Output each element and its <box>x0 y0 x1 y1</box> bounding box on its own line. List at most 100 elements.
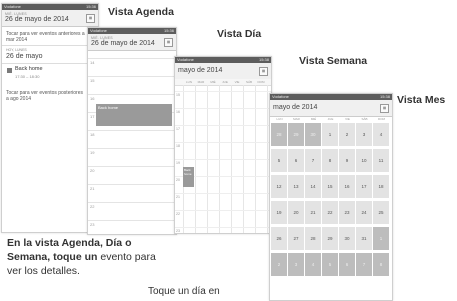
month-day-cell[interactable]: 14 <box>305 175 322 199</box>
month-day-cell[interactable]: 18 <box>373 175 390 199</box>
today-calendar-icon[interactable]: ▦ <box>86 14 95 23</box>
month-date-title[interactable]: mayo de 2014 <box>273 104 317 111</box>
month-day-cell[interactable]: 8 <box>322 149 339 173</box>
today-calendar-icon[interactable]: ▦ <box>259 67 268 76</box>
week-hour-line <box>175 193 271 194</box>
day-header: MIÉ. LUNES 26 de mayo de 2014 ▦ <box>88 34 176 51</box>
divider <box>2 45 98 46</box>
day-event-block[interactable]: Back home <box>96 104 172 126</box>
month-day-cell[interactable]: 1 <box>322 123 339 147</box>
week-hour-label: 16 <box>176 110 180 114</box>
today-calendar-icon[interactable]: ▦ <box>380 104 389 113</box>
month-day-cell[interactable]: 4 <box>305 253 322 277</box>
month-day-cell[interactable]: 12 <box>271 175 288 199</box>
agenda-event-time: 17:30 – 18:30 <box>15 74 40 79</box>
month-day-cell[interactable]: 28 <box>305 227 322 251</box>
week-day-header: LUN MAR MIÉ JUE VIE SÁB DOM <box>175 79 271 86</box>
month-day-cell[interactable]: 20 <box>288 201 305 225</box>
week-day-label: VIE <box>234 80 240 84</box>
agenda-date-title[interactable]: 26 de mayo de 2014 <box>5 16 69 23</box>
week-hour-line <box>175 108 271 109</box>
label-vista-mes: Vista Mes <box>397 94 446 106</box>
divider <box>2 63 98 64</box>
month-day-cell[interactable]: 25 <box>373 201 390 225</box>
week-event-block[interactable]: Back home <box>183 167 194 187</box>
week-hour-label: 21 <box>176 195 180 199</box>
day-hour-label: 17 <box>90 114 95 119</box>
month-day-cell[interactable]: 5 <box>271 149 288 173</box>
month-day-cell[interactable]: 10 <box>356 149 373 173</box>
day-hour-label: 20 <box>90 168 95 173</box>
month-day-cell[interactable]: 9 <box>339 149 356 173</box>
day-hour-label: 23 <box>90 222 95 227</box>
month-day-cell[interactable]: 27 <box>288 227 305 251</box>
month-day-cell[interactable]: 30 <box>305 123 322 147</box>
week-day-label: JUE <box>222 80 228 84</box>
month-day-cell[interactable]: 17 <box>356 175 373 199</box>
month-day-cell[interactable]: 21 <box>305 201 322 225</box>
week-hour-label: 18 <box>176 144 180 148</box>
day-hour-label: 18 <box>90 132 95 137</box>
day-hour-label: 19 <box>90 150 95 155</box>
day-date-title[interactable]: 26 de mayo de 2014 <box>91 40 155 47</box>
footer-text: Toque un día en <box>148 286 220 297</box>
week-day-label: SÁB <box>245 80 252 84</box>
month-day-cell[interactable]: 23 <box>339 201 356 225</box>
agenda-event-title[interactable]: Back home <box>15 66 43 72</box>
month-day-cell[interactable]: 2 <box>339 123 356 147</box>
month-day-cell[interactable]: 15 <box>322 175 339 199</box>
month-view-screenshot: Vodafone 15:38 mayo de 2014 ▦ LUN MAR MIÉ J… <box>269 93 393 301</box>
day-hour-line <box>88 130 176 131</box>
month-day-cell[interactable]: 8 <box>373 253 390 277</box>
week-day-label: DOM <box>257 80 265 84</box>
month-day-label: MIÉ <box>310 117 317 121</box>
day-hour-line <box>88 94 176 95</box>
load-later-events[interactable]: Tocar para ver eventos posteriores a ago… <box>6 90 86 102</box>
week-hour-label: 22 <box>176 212 180 216</box>
month-day-cell[interactable]: 31 <box>356 227 373 251</box>
month-day-cell[interactable]: 4 <box>373 123 390 147</box>
agenda-section-date: 26 de mayo <box>6 53 43 60</box>
day-hour-label: 15 <box>90 78 95 83</box>
label-vista-agenda: Vista Agenda <box>108 6 174 18</box>
month-day-cell[interactable]: 29 <box>322 227 339 251</box>
month-day-cell[interactable]: 13 <box>288 175 305 199</box>
week-hour-line <box>175 159 271 160</box>
month-day-cell[interactable]: 5 <box>322 253 339 277</box>
load-earlier-events[interactable]: Tocar para ver eventos anteriores a mar … <box>6 31 86 43</box>
day-hour-line <box>88 58 176 59</box>
today-calendar-icon[interactable]: ▦ <box>164 38 173 47</box>
month-day-cell[interactable]: 3 <box>288 253 305 277</box>
month-day-label: DOM <box>378 117 385 121</box>
month-day-cell[interactable]: 19 <box>271 201 288 225</box>
day-hour-label: 22 <box>90 204 95 209</box>
month-day-label: LUN <box>276 117 283 121</box>
day-hour-label: 16 <box>90 96 95 101</box>
month-day-cell[interactable]: 26 <box>271 227 288 251</box>
month-day-cell[interactable]: 29 <box>288 123 305 147</box>
month-day-cell[interactable]: 1 <box>373 227 390 251</box>
month-day-cell[interactable]: 22 <box>322 201 339 225</box>
month-day-cell[interactable]: 7 <box>356 253 373 277</box>
month-day-cell[interactable]: 30 <box>339 227 356 251</box>
week-hour-label: 15 <box>176 93 180 97</box>
month-day-cell[interactable]: 7 <box>305 149 322 173</box>
label-vista-semana: Vista Semana <box>299 55 368 67</box>
month-day-cell[interactable]: 6 <box>288 149 305 173</box>
week-date-title[interactable]: mayo de 2014 <box>178 67 222 74</box>
week-hour-line <box>175 142 271 143</box>
month-day-cell[interactable]: 28 <box>271 123 288 147</box>
month-day-cell[interactable]: 11 <box>373 149 390 173</box>
month-day-cell[interactable]: 16 <box>339 175 356 199</box>
day-hour-label: 21 <box>90 186 95 191</box>
month-day-cell[interactable]: 6 <box>339 253 356 277</box>
month-day-cell[interactable]: 24 <box>356 201 373 225</box>
day-hour-label: 14 <box>90 60 95 65</box>
week-hour-line <box>175 91 271 92</box>
month-header: mayo de 2014 ▦ <box>270 100 392 117</box>
week-day-label: MAR <box>197 80 205 84</box>
month-day-cell[interactable]: 3 <box>356 123 373 147</box>
week-day-label: MIÉ <box>210 80 216 84</box>
month-day-cell[interactable]: 2 <box>271 253 288 277</box>
month-day-label: VIE <box>345 117 350 121</box>
